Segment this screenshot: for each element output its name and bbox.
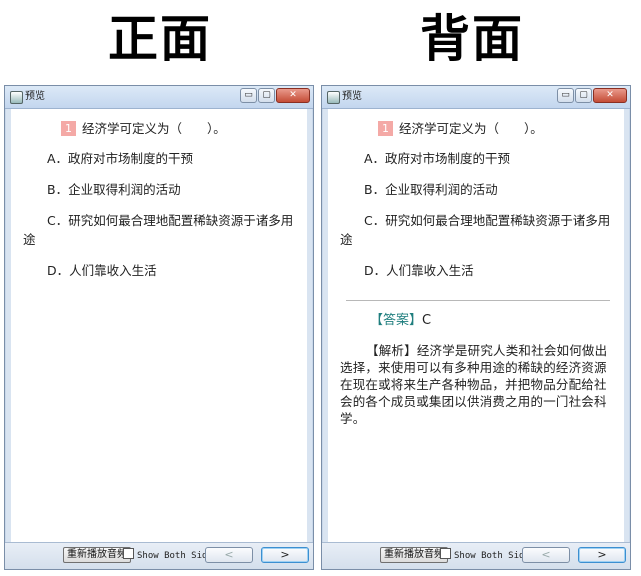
preview-window-back: 预览 ▭ ▢ ✕ 1 经济学可定义为（ ）。 A．政府对市场制度的干预 B．企业取… [321,85,631,570]
close-button[interactable]: ✕ [276,88,310,103]
checkbox-icon[interactable] [440,548,451,559]
window-title: 预览 [342,91,362,102]
checkbox-icon[interactable] [123,548,134,559]
window-title: 预览 [25,91,45,102]
answer-value: C [422,313,432,328]
card-content: 1 经济学可定义为（ ）。 A．政府对市场制度的干预 B．企业取得利润的活动 C．… [6,109,312,543]
answer-label: 【答案】 [370,313,423,328]
previous-button[interactable]: < [522,547,570,563]
option-b: B．企业取得利润的活动 [364,182,498,197]
minimize-button[interactable]: ▭ [557,88,574,103]
option-a: A．政府对市场制度的干预 [364,151,511,166]
option-a: A．政府对市场制度的干预 [47,151,194,166]
option-d: D．人们靠收入生活 [364,263,474,278]
replay-audio-button[interactable]: 重新播放音频 [380,547,448,563]
preview-window-front: 预览 ▭ ▢ ✕ 1 经济学可定义为（ ）。 A．政府对市场制度的干预 B．企业取… [4,85,314,570]
front-heading: 正面 [108,9,212,68]
close-button[interactable]: ✕ [593,88,627,103]
question-number-badge: 1 [61,121,76,136]
option-c: C．研究如何最合理地配置稀缺资源于诸多用途 [340,213,611,247]
previous-button[interactable]: < [205,547,253,563]
title-bar[interactable]: 预览 ▭ ▢ ✕ [5,86,313,109]
question-number-badge: 1 [378,121,393,136]
minimize-button[interactable]: ▭ [240,88,257,103]
maximize-button[interactable]: ▢ [575,88,592,103]
answer-line: 【答案】C [370,311,616,330]
bottom-toolbar: 重新播放音频 Show Both Sides < > [5,542,313,569]
question-block: 1 经济学可定义为（ ）。 A．政府对市场制度的干预 B．企业取得利润的活动 C．… [23,119,299,280]
maximize-button[interactable]: ▢ [258,88,275,103]
question-block: 1 经济学可定义为（ ）。 A．政府对市场制度的干预 B．企业取得利润的活动 C．… [340,119,616,427]
option-b: B．企业取得利润的活动 [47,182,181,197]
explanation: 【解析】经济学是研究人类和社会如何做出选择，来使用可以有多种用途的稀缺的经济资源… [340,342,616,427]
next-button[interactable]: > [261,547,309,563]
app-icon [10,91,23,104]
replay-audio-button[interactable]: 重新播放音频 [63,547,131,563]
card-content: 1 经济学可定义为（ ）。 A．政府对市场制度的干预 B．企业取得利润的活动 C．… [323,109,629,543]
option-c: C．研究如何最合理地配置稀缺资源于诸多用途 [23,213,294,247]
next-button[interactable]: > [578,547,626,563]
title-bar[interactable]: 预览 ▭ ▢ ✕ [322,86,630,109]
bottom-toolbar: 重新播放音频 Show Both Sides < > [322,542,630,569]
answer-divider [346,300,610,301]
option-d: D．人们靠收入生活 [47,263,157,278]
question-stem-text: 经济学可定义为（ ）。 [399,121,543,136]
show-both-sides-checkbox[interactable]: Show Both Sides [440,548,535,563]
explanation-label: 【解析】 [366,343,417,358]
question-stem-text: 经济学可定义为（ ）。 [82,121,226,136]
back-heading: 背面 [420,9,524,68]
app-icon [327,91,340,104]
question-stem: 1 经济学可定义为（ ）。 [378,119,616,138]
show-both-sides-checkbox[interactable]: Show Both Sides [123,548,218,563]
question-stem: 1 经济学可定义为（ ）。 [61,119,299,138]
